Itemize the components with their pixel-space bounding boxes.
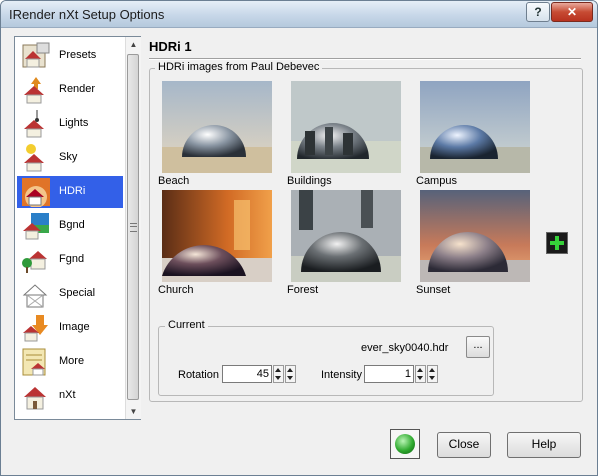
sidebar-item-image[interactable]: Image xyxy=(17,312,123,344)
dialog-body: Presets Render Lights Sky HDRi Bgnd Fgnd… xyxy=(1,28,597,475)
nxt-house-icon xyxy=(24,387,46,410)
sidebar-item-label: Presets xyxy=(59,49,97,61)
sidebar-item-label: Sky xyxy=(59,151,78,163)
sidebar-item-sky[interactable]: Sky xyxy=(17,142,123,174)
sidebar-item-label: Fgnd xyxy=(59,253,85,265)
help-button[interactable]: Help xyxy=(507,432,581,458)
current-group: Current ever_sky0040.hdr ... Rotation 45… xyxy=(158,319,494,396)
intensity-label: Intensity xyxy=(321,369,362,381)
foreground-house-icon xyxy=(22,251,47,273)
sidebar-item-label: Lights xyxy=(59,117,89,129)
campus-hdri-image xyxy=(420,81,530,173)
hdri-thumbnail-sunset[interactable]: Sunset xyxy=(416,190,530,296)
hdri-thumbnail-church[interactable]: Church xyxy=(158,190,272,296)
intensity-input[interactable]: 1 xyxy=(364,365,414,383)
sidebar-item-fgnd[interactable]: Fgnd xyxy=(17,244,123,276)
sidebar-item-label: Image xyxy=(59,321,90,333)
sidebar-item-hdri[interactable]: HDRi xyxy=(17,176,123,208)
window-title: IRender nXt Setup Options xyxy=(9,7,165,22)
sidebar-item-render[interactable]: Render xyxy=(17,74,123,106)
grip-icon xyxy=(130,223,137,232)
rotation-input[interactable]: 45 xyxy=(222,365,272,383)
arrow-down-icon xyxy=(275,376,281,380)
hdri-thumbnail-beach[interactable]: Beach xyxy=(158,81,272,187)
sky-house-icon xyxy=(24,144,44,172)
scroll-up-icon[interactable]: ▲ xyxy=(126,37,141,52)
group-title: HDRi images from Paul Debevec xyxy=(155,61,323,73)
church-hdri-image xyxy=(162,190,272,282)
sidebar-item-lights[interactable]: Lights xyxy=(17,108,123,140)
more-house-icon xyxy=(22,348,46,376)
hdri-thumbnail-buildings[interactable]: Buildings xyxy=(287,81,401,187)
arrow-down-icon xyxy=(417,376,423,380)
hdri-label: Sunset xyxy=(416,284,451,296)
arrow-down-icon xyxy=(287,376,293,380)
intensity-decrement-arrows[interactable] xyxy=(427,365,438,383)
close-button[interactable]: Close xyxy=(437,432,491,458)
hdri-thumbnail-forest[interactable]: Forest xyxy=(287,190,401,296)
arrow-down-icon xyxy=(429,376,435,380)
hdri-label: Buildings xyxy=(287,175,332,187)
background-house-icon xyxy=(23,213,49,240)
sidebar-item-label: Bgnd xyxy=(59,219,85,231)
title-help-button[interactable]: ? xyxy=(526,2,550,22)
sidebar-item-label: nXt xyxy=(59,389,76,401)
scroll-down-icon[interactable]: ▼ xyxy=(126,404,141,419)
page-title: HDRi 1 xyxy=(149,39,192,54)
beach-hdri-image xyxy=(162,81,272,173)
arrow-up-icon xyxy=(287,368,293,372)
buildings-hdri-image xyxy=(291,81,401,173)
arrow-up-icon xyxy=(417,368,423,372)
add-hdri-button[interactable] xyxy=(546,232,568,254)
arrow-up-icon xyxy=(429,368,435,372)
sidebar-item-label: More xyxy=(59,355,85,367)
window-close-button[interactable]: ✕ xyxy=(551,2,593,22)
current-filename: ever_sky0040.hdr xyxy=(361,342,449,354)
sidebar-item-special[interactable]: Special xyxy=(17,278,123,310)
sidebar-item-presets[interactable]: Presets xyxy=(17,40,123,72)
green-orb-icon xyxy=(395,434,415,454)
sidebar-item-label: Render xyxy=(59,83,96,95)
scroll-thumb[interactable] xyxy=(127,54,139,400)
image-house-icon xyxy=(23,315,48,342)
title-divider xyxy=(149,58,581,60)
forest-hdri-image xyxy=(291,190,401,282)
sidebar-item-more[interactable]: More xyxy=(17,346,123,378)
hdri-house-icon xyxy=(22,178,50,207)
arrow-up-icon xyxy=(275,368,281,372)
render-house-icon xyxy=(24,77,44,104)
presets-house-icon xyxy=(22,42,50,68)
intensity-increment-arrows[interactable] xyxy=(415,365,426,383)
title-bar[interactable]: IRender nXt Setup Options ? ✕ xyxy=(1,1,597,28)
sidebar: Presets Render Lights Sky HDRi Bgnd Fgnd… xyxy=(14,36,141,420)
sidebar-scrollbar[interactable]: ▲ ▼ xyxy=(125,37,141,419)
rotation-decrement-arrows[interactable] xyxy=(285,365,296,383)
special-house-icon xyxy=(22,284,48,308)
setup-options-window: IRender nXt Setup Options ? ✕ Presets Re… xyxy=(0,0,598,476)
browse-button[interactable]: ... xyxy=(466,336,490,358)
sidebar-item-bgnd[interactable]: Bgnd xyxy=(17,210,123,242)
lights-house-icon xyxy=(24,110,44,138)
hdri-images-group: HDRi images from Paul Debevec Beach Buil… xyxy=(149,61,583,402)
rotation-label: Rotation xyxy=(178,369,219,381)
hdri-label: Beach xyxy=(158,175,190,187)
render-go-button[interactable] xyxy=(390,429,420,459)
current-title: Current xyxy=(165,319,208,331)
hdri-label: Forest xyxy=(287,284,319,296)
rotation-increment-arrows[interactable] xyxy=(273,365,284,383)
hdri-label: Church xyxy=(158,284,194,296)
hdri-thumbnail-campus[interactable]: Campus xyxy=(416,81,530,187)
sidebar-item-nxt[interactable]: nXt xyxy=(17,380,123,412)
sidebar-item-label: HDRi xyxy=(59,185,86,197)
sidebar-item-label: Special xyxy=(59,287,96,299)
hdri-label: Campus xyxy=(416,175,457,187)
sunset-hdri-image xyxy=(420,190,530,282)
